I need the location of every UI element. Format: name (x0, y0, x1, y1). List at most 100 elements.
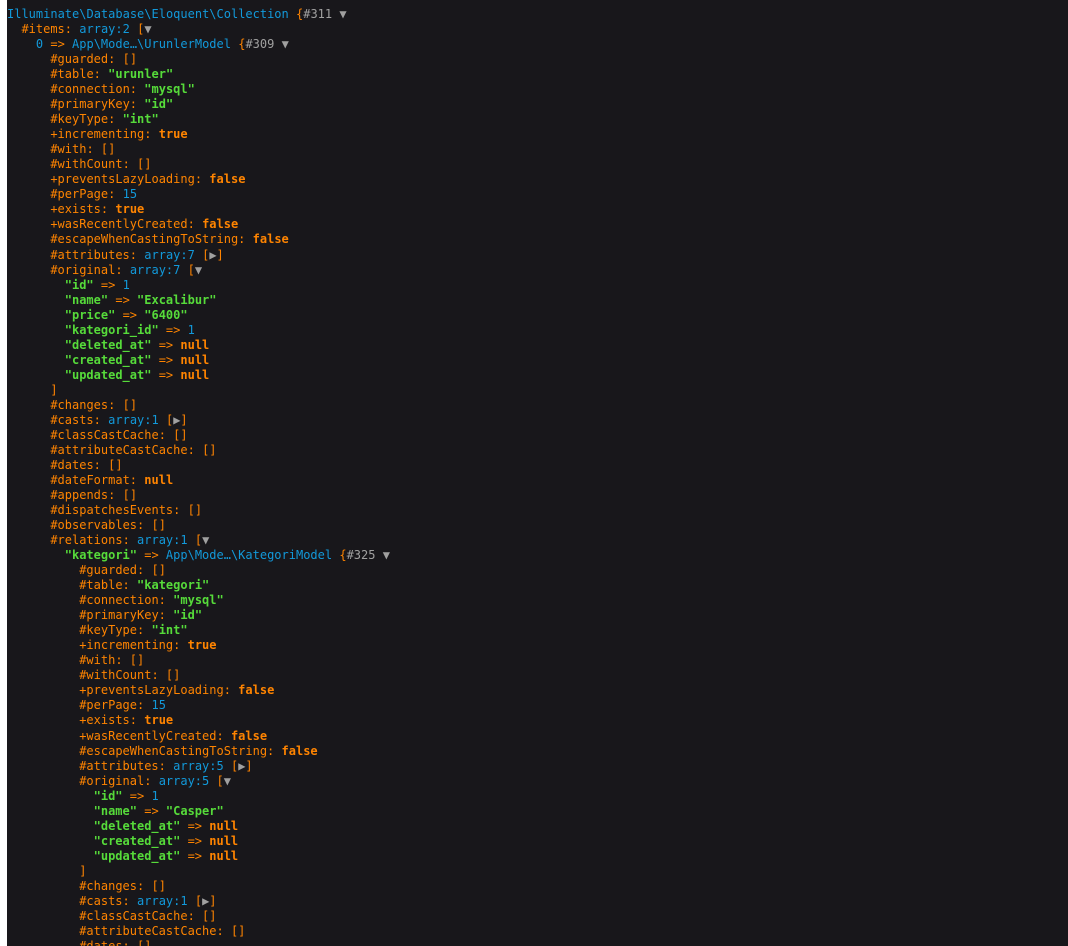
collapse-toggle-icon[interactable]: ▼ (195, 263, 202, 277)
property-name: perPage (57, 187, 109, 202)
property-name: guarded (57, 52, 109, 67)
property-name: keyType (57, 112, 109, 127)
entry-value: "6400" (144, 307, 188, 322)
array-entry-row: "name" => "Excalibur" (7, 293, 1068, 308)
array-type: array:1 (137, 533, 188, 548)
entry-key: "updated_at" (64, 367, 152, 382)
property-value: [] (230, 923, 246, 938)
property-value: "int" (151, 623, 188, 638)
property-row: #perPage: 15 (7, 698, 1068, 713)
property-value: 15 (122, 187, 138, 202)
property-row: #guarded: [] (7, 563, 1068, 578)
entry-key: "price" (64, 307, 116, 322)
colon: : (187, 908, 195, 923)
array-type: array:5 (158, 773, 210, 788)
property-row: #connection: "mysql" (7, 82, 1068, 97)
property-value: [] (108, 457, 123, 472)
property-name: dates (86, 938, 123, 946)
entry-value: 1 (151, 788, 159, 803)
property-name: observables (57, 518, 138, 533)
visibility-marker: # (50, 488, 58, 502)
property-row: #attributeCastCache: [] (7, 924, 1068, 939)
visibility-marker: + (50, 202, 58, 217)
collapse-toggle-icon[interactable]: ▼ (224, 774, 231, 788)
colon: : (122, 578, 130, 593)
property-value: false (202, 217, 239, 232)
colon: : (100, 202, 109, 217)
colon: : (137, 623, 145, 638)
colon: : (158, 427, 166, 442)
property-name: preventsLazyLoading (57, 172, 195, 187)
arrow: => (187, 833, 203, 848)
visibility-marker: # (50, 82, 58, 97)
array-entry-row: "id" => 1 (7, 278, 1068, 293)
collapse-toggle-icon[interactable]: ▼ (339, 7, 346, 21)
visibility-marker: # (50, 232, 58, 247)
property-name: #attributes (50, 247, 130, 262)
entry-value: 1 (187, 322, 195, 337)
entry-key: "name" (64, 292, 109, 307)
arrow: => (144, 803, 159, 818)
property-value: [] (129, 653, 145, 668)
collapse-toggle-icon[interactable]: ▼ (202, 533, 209, 547)
property-row: #dateFormat: null (7, 473, 1068, 488)
property-name: #original (50, 262, 116, 277)
property-name: #casts (50, 412, 94, 427)
property-name: withCount (57, 157, 123, 172)
colon: : (144, 773, 152, 788)
property-row: #primaryKey: "id" (7, 97, 1068, 112)
entry-key: "created_at" (64, 352, 152, 367)
property-value: "urunler" (108, 67, 174, 82)
array-close-row: ] (7, 864, 1068, 879)
property-value: false (281, 743, 318, 758)
arrow: => (158, 367, 174, 382)
arrow: => (50, 37, 65, 52)
visibility-marker: # (50, 112, 58, 127)
property-row: +wasRecentlyCreated: false (7, 217, 1068, 232)
relation-key: "kategori" (64, 548, 137, 563)
property-row: +incrementing: true (7, 638, 1068, 653)
collapse-toggle-icon[interactable]: ▼ (282, 37, 289, 51)
property-value: "kategori" (137, 578, 210, 593)
close-bracket: ] (180, 412, 188, 427)
item-class: App\Mode…\KategoriModel (165, 548, 333, 563)
property-row: #with: [] (7, 653, 1068, 668)
property-name: #items (21, 22, 65, 37)
expanded-array-row: #original: array:7 [▼ (7, 263, 1068, 278)
property-row: #table: "kategori" (7, 578, 1068, 593)
property-row: #dates: [] (7, 939, 1068, 946)
property-name: table (86, 578, 123, 593)
property-value: false (238, 683, 275, 698)
colon: : (93, 457, 101, 472)
collapse-toggle-icon[interactable]: ▼ (144, 22, 151, 36)
array-type: array:7 (129, 262, 181, 277)
item-index: 0 (35, 37, 44, 52)
property-row: #withCount: [] (7, 157, 1068, 172)
property-row: #guarded: [] (7, 52, 1068, 67)
property-name: changes (57, 397, 109, 412)
expand-toggle-icon[interactable]: ▶ (209, 248, 216, 262)
items-row: #items: array:2 [▼ (7, 22, 1068, 37)
property-name: appends (57, 488, 109, 502)
colon: : (158, 758, 166, 773)
property-name: connection (57, 82, 130, 97)
colon: : (122, 893, 130, 908)
array-type: array:1 (137, 893, 188, 908)
property-name: exists (86, 713, 130, 728)
property-row: +preventsLazyLoading: false (7, 172, 1068, 187)
close-bracket: ] (50, 382, 58, 397)
property-row: +exists: true (7, 202, 1068, 217)
property-value: [] (100, 142, 116, 157)
property-name: attributeCastCache (86, 923, 217, 938)
property-value: "mysql" (173, 593, 224, 608)
entry-value: "Excalibur" (137, 292, 217, 307)
property-value: [] (122, 488, 138, 502)
property-value: [] (187, 503, 203, 518)
close-bracket: ] (209, 893, 217, 908)
open-brace: { (339, 548, 347, 563)
close-bracket: ] (79, 863, 87, 878)
property-row: +incrementing: true (7, 127, 1068, 142)
property-row: #classCastCache: [] (7, 909, 1068, 924)
property-row: #appends: [] (7, 488, 1068, 503)
collapse-toggle-icon[interactable]: ▼ (383, 548, 390, 562)
